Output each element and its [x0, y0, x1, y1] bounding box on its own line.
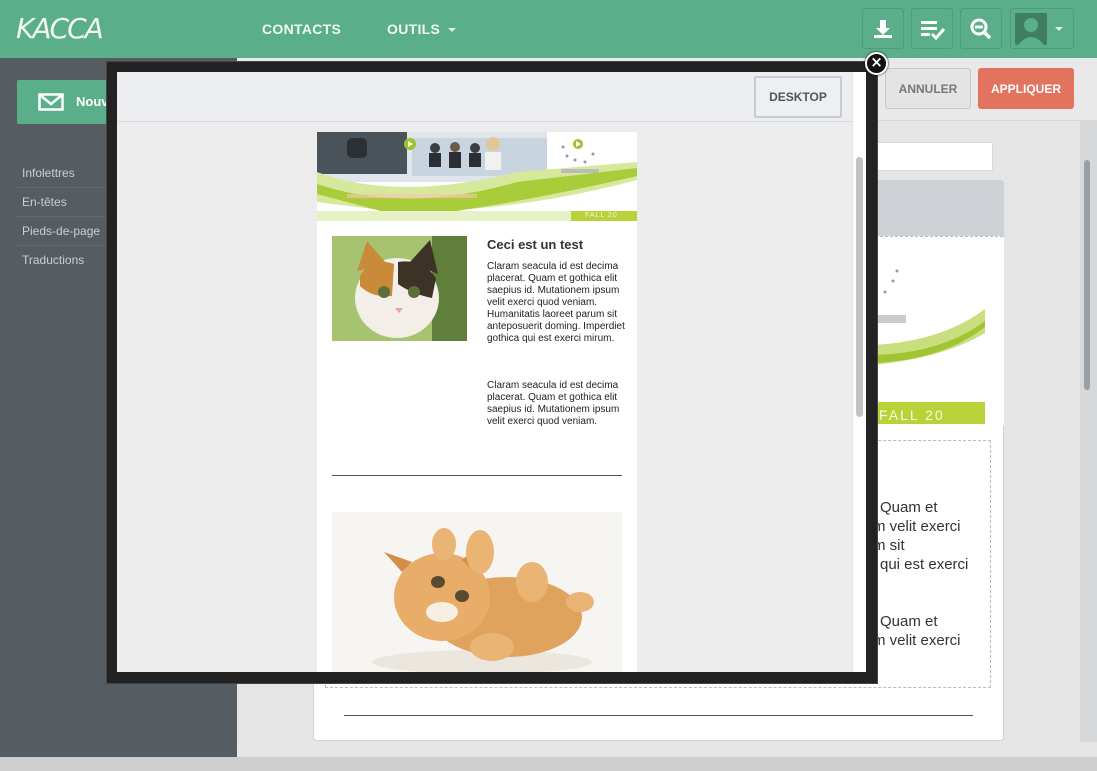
desktop-view-button[interactable]: DESKTOP	[754, 76, 842, 118]
editor-text-line: Quam et	[880, 499, 938, 516]
divider	[344, 715, 973, 716]
download-button[interactable]	[862, 8, 904, 49]
top-navigation-bar: KACCA CONTACTS OUTILS	[0, 0, 1097, 58]
sidebar-item-infolettres[interactable]: Infolettres	[22, 166, 75, 180]
nav-outils-label: OUTILS	[387, 21, 441, 37]
header-block-outline[interactable]: FALL 20	[870, 236, 1004, 425]
preview-toolbar: DESKTOP	[117, 72, 852, 122]
close-button[interactable]: ×	[865, 52, 888, 75]
preview-modal-content: DESKTOP FALL 20 Ceci est un test Claram …	[117, 72, 866, 672]
nav-outils[interactable]: OUTILS	[387, 21, 457, 37]
preview-scrollbar-thumb[interactable]	[856, 157, 863, 417]
editor-text-line: m velit exerci	[873, 518, 961, 535]
editor-text-line: Quam et	[880, 613, 938, 630]
sidebar-item-en-tetes[interactable]: En-têtes	[22, 195, 67, 209]
checklist-icon	[921, 20, 945, 40]
header-fall-label: FALL 20	[879, 407, 945, 423]
close-icon: ×	[870, 53, 883, 71]
zoom-out-button[interactable]	[960, 8, 1002, 49]
user-menu-button[interactable]	[1010, 8, 1074, 49]
sidebar-item-traductions[interactable]: Traductions	[22, 253, 84, 267]
kitten-photo-2	[332, 512, 622, 672]
newsletter-header: FALL 20	[317, 132, 637, 221]
chevron-down-icon	[1055, 27, 1063, 31]
newsletter-preview: FALL 20 Ceci est un test Claram seacula …	[317, 132, 637, 672]
review-button[interactable]	[911, 8, 953, 49]
envelope-icon	[38, 93, 64, 111]
article-title: Ceci est un test	[487, 237, 584, 252]
download-icon	[874, 19, 892, 38]
kitten-photo-1	[332, 236, 467, 341]
nav-contacts[interactable]: CONTACTS	[262, 21, 341, 37]
header-banner-image	[317, 132, 637, 218]
apply-button[interactable]: APPLIQUER	[978, 68, 1074, 109]
article-paragraph-2: Claram seacula id est decima placerat. Q…	[487, 380, 620, 427]
editor-text-line: m velit exerci	[873, 632, 961, 649]
cancel-button[interactable]: ANNULER	[885, 68, 971, 109]
editor-text-line: qui est exerci	[880, 556, 969, 573]
editor-text-input[interactable]	[870, 142, 993, 171]
app-logo[interactable]: KACCA	[16, 12, 104, 45]
page-bottom-bar	[0, 757, 1097, 771]
fall-label: FALL 20	[571, 211, 637, 221]
page-scrollbar-thumb[interactable]	[1084, 160, 1090, 390]
zoom-out-icon	[970, 18, 992, 39]
sidebar-item-pieds-de-page[interactable]: Pieds-de-page	[22, 224, 100, 238]
avatar	[1015, 13, 1047, 45]
article-paragraph-1: Claram seacula id est decima placerat. Q…	[487, 261, 625, 344]
nav-contacts-label: CONTACTS	[262, 21, 342, 37]
divider	[332, 475, 622, 476]
chevron-down-icon	[448, 28, 457, 33]
new-button-label: Nouv	[76, 94, 109, 109]
header-banner-image: FALL 20	[871, 237, 1004, 425]
